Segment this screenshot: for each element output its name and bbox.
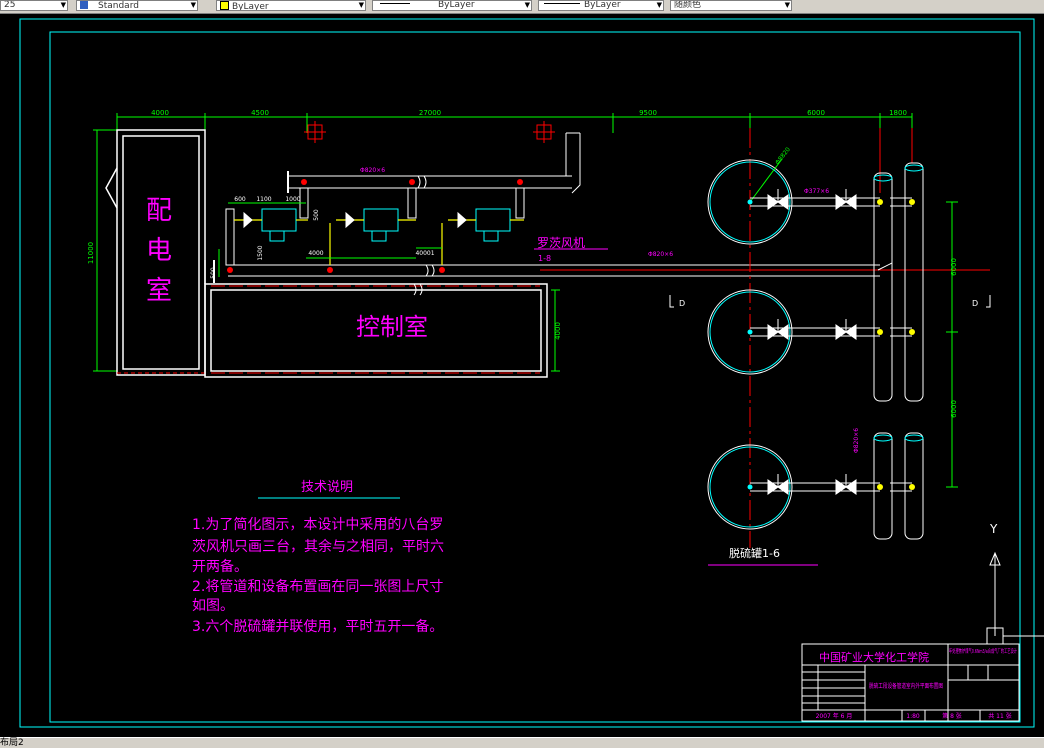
dimstyle-dropdown[interactable]: Standard ▼ bbox=[76, 0, 198, 11]
dim-4000-fan: 4000 bbox=[308, 250, 323, 257]
linetype-value: ByLayer bbox=[438, 0, 475, 10]
title-scale: 1:80 bbox=[906, 713, 920, 720]
chevron-down-icon: ▼ bbox=[656, 1, 662, 9]
note-line-3: 开两备。 bbox=[192, 558, 248, 575]
note-line-6: 3.六个脱硫罐并联使用，平时五开一备。 bbox=[192, 618, 443, 635]
dimstyle-value: Standard bbox=[98, 1, 139, 11]
dim-6000-right-1: 6000 bbox=[950, 258, 958, 276]
note-line-2: 茨风机只画三台，其余与之相同，平时六 bbox=[192, 538, 444, 555]
power-room-label-3: 室 bbox=[146, 276, 172, 306]
tank-dia-label: Φ8820 bbox=[774, 146, 792, 166]
note-line-4: 2.将管道和设备布置画在同一张图上尺寸 bbox=[192, 578, 443, 595]
intake-header-pipe bbox=[287, 132, 581, 194]
plotstyle-dropdown[interactable]: 随颜色 ▼ bbox=[670, 0, 792, 11]
chevron-down-icon: ▼ bbox=[190, 1, 196, 9]
plotstyle-value: 随颜色 bbox=[674, 0, 702, 10]
top-dimension-line bbox=[116, 113, 913, 133]
dim-500-low: 500 bbox=[210, 267, 217, 279]
title-project: 年处理焦炉煤气0.6Nm3/a合成气厂的工艺设计 bbox=[949, 647, 1017, 655]
section-mark-left: D bbox=[679, 299, 685, 308]
dimstyle-icon bbox=[80, 1, 88, 9]
dim-6000: 6000 bbox=[807, 109, 825, 117]
chevron-down-icon: ▼ bbox=[524, 1, 530, 9]
lineweight-sample-icon bbox=[544, 3, 580, 4]
pipe-label-vertical: Φ820×6 bbox=[853, 428, 860, 453]
dim-11000: 11000 bbox=[87, 242, 95, 264]
fan-label: 罗茨风机 bbox=[537, 236, 585, 250]
title-sheet: 第 8 张 bbox=[942, 712, 962, 720]
chevron-down-icon: ▼ bbox=[358, 1, 364, 9]
dim-4000: 4000 bbox=[151, 109, 169, 117]
ucs-icon bbox=[986, 551, 1044, 645]
pipe-label-1: Φ820×6 bbox=[360, 167, 385, 174]
dim-4000-control: 4000 bbox=[554, 322, 562, 340]
dim-4500: 4500 bbox=[251, 109, 269, 117]
note-line-5: 如图。 bbox=[192, 598, 234, 614]
pipe-label-4: Φ820×6 bbox=[648, 251, 673, 258]
lineweight-value: ByLayer bbox=[584, 0, 621, 10]
section-mark-right: D bbox=[972, 299, 978, 308]
color-control-dropdown[interactable]: ByLayer ▼ bbox=[216, 0, 366, 11]
power-room-label-1: 配 bbox=[146, 196, 172, 226]
title-school: 中国矿业大学化工学院 bbox=[819, 650, 929, 664]
textstyle-left-dropdown[interactable]: 25 ▼ bbox=[0, 0, 68, 11]
pipe-label-3: Φ377×6 bbox=[804, 188, 829, 195]
chevron-down-icon: ▼ bbox=[60, 1, 66, 9]
status-bar: 布局2 bbox=[0, 737, 1044, 748]
right-dimension-line bbox=[946, 201, 958, 488]
note-line-1: 1.为了简化图示，本设计中采用的八台罗 bbox=[192, 516, 443, 533]
title-drawing-name: 脱硫工段设备管道室内外平面布置图 bbox=[869, 682, 943, 690]
dim-600: 600 bbox=[234, 196, 246, 203]
dim-1000: 1000 bbox=[285, 196, 300, 203]
drawing-canvas[interactable]: 4000 4500 27000 9500 6000 1800 11000 配 电… bbox=[0, 13, 1044, 737]
dim-1500: 1500 bbox=[257, 245, 264, 260]
left-field-value: 25 bbox=[4, 0, 16, 10]
dim-27000: 27000 bbox=[419, 109, 441, 117]
fan-sub-label: 1-8 bbox=[538, 254, 551, 263]
dim-40001: 40001 bbox=[415, 250, 434, 257]
color-value: ByLayer bbox=[232, 2, 269, 11]
dim-1100: 1100 bbox=[256, 196, 271, 203]
linetype-sample-icon bbox=[380, 3, 410, 4]
control-room-label: 控制室 bbox=[356, 313, 428, 341]
lineweight-dropdown[interactable]: ByLayer ▼ bbox=[538, 0, 664, 11]
color-swatch-icon bbox=[220, 1, 229, 10]
tank-label: 脱硫罐1-6 bbox=[729, 546, 780, 560]
title-date: 2007 年 6 月 bbox=[816, 712, 853, 720]
desulfurization-tanks: Φ8820 Φ377×6 bbox=[707, 146, 915, 530]
column-markers bbox=[304, 121, 555, 143]
chevron-down-icon: ▼ bbox=[784, 1, 790, 9]
cad-drawing: 4000 4500 27000 9500 6000 1800 11000 配 电… bbox=[19, 18, 1044, 728]
properties-toolbar: 25 ▼ Standard ▼ ByLayer ▼ ByLayer ▼ ByLayer ▼… bbox=[0, 0, 1044, 14]
linetype-dropdown[interactable]: ByLayer ▼ bbox=[372, 0, 532, 11]
axis-y-label: Y bbox=[989, 522, 998, 536]
dim-6000-right-2: 6000 bbox=[950, 400, 958, 418]
dim-1800: 1800 bbox=[889, 109, 907, 117]
left-dimension-line bbox=[93, 129, 117, 372]
dim-9500: 9500 bbox=[639, 109, 657, 117]
power-room-label-2: 电 bbox=[146, 236, 172, 266]
title-total: 共 11 张 bbox=[988, 712, 1011, 720]
notes-title: 技术说明 bbox=[301, 480, 353, 495]
dim-500: 500 bbox=[313, 209, 320, 221]
